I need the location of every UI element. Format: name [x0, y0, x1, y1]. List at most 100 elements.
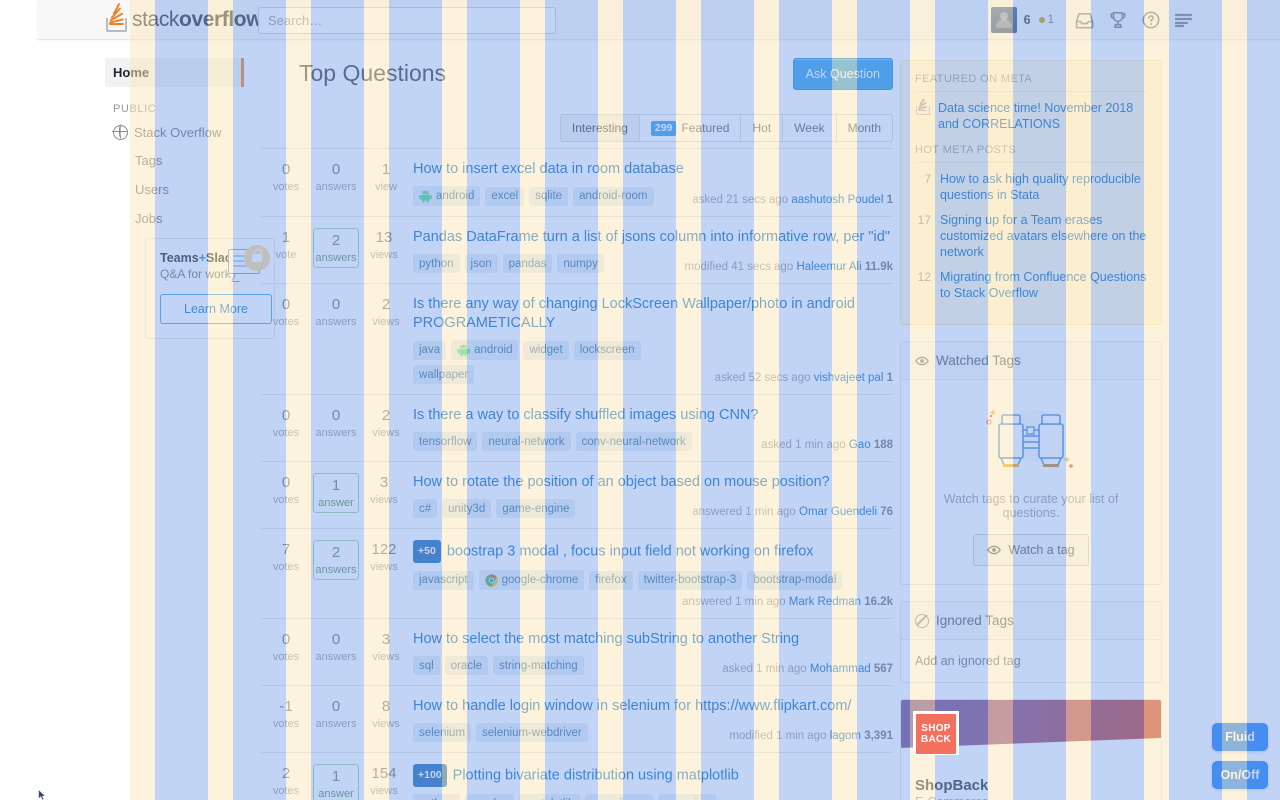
tag[interactable]: bootstrap-modal	[747, 570, 843, 590]
watch-a-tag-button[interactable]: Watch a tag	[973, 534, 1089, 566]
sidebar-item-jobs[interactable]: Jobs	[105, 204, 241, 233]
tag[interactable]: lockscreen	[573, 340, 641, 360]
featured-meta-item[interactable]: Data science time! November 2018 and COR…	[915, 98, 1147, 132]
hot-meta-post[interactable]: 12 Migrating from Confluence Questions to…	[915, 269, 1147, 301]
tab-week[interactable]: Week	[783, 115, 837, 141]
tag[interactable]: python	[413, 254, 460, 273]
tag[interactable]: string-matching	[493, 656, 584, 675]
job-ad-card[interactable]: SHOP BACK ShopBack E-Commerce Senior Sof…	[900, 699, 1162, 800]
tag[interactable]: firefox	[589, 570, 633, 590]
tag[interactable]: conv-neural-network	[575, 432, 692, 451]
question-meta-user[interactable]: Gao	[849, 439, 871, 451]
hot-meta-post[interactable]: 7 How to ask high quality reproducible qu…	[915, 171, 1147, 203]
question-body: Is there any way of changing LockScreen …	[413, 295, 893, 384]
tag[interactable]: neural-network	[482, 432, 571, 451]
tag-label: android	[436, 190, 475, 202]
tab-featured[interactable]: 299 Featured	[639, 115, 742, 141]
votes-label: votes	[272, 785, 300, 797]
tag[interactable]: widget	[523, 340, 569, 360]
tag[interactable]: selenium	[413, 723, 472, 742]
tag[interactable]: google-chrome	[478, 570, 585, 590]
hamburger-icon[interactable]	[1167, 3, 1200, 37]
tag[interactable]: twitter-bootstrap-3	[637, 570, 743, 590]
tag[interactable]: javascript	[413, 570, 474, 590]
tag[interactable]: android	[451, 340, 519, 360]
question-title-link[interactable]: boostrap 3 modal , focus input field not…	[447, 544, 814, 560]
tag[interactable]: wallpaper	[413, 365, 475, 384]
question-row[interactable]: 0 votes 0 answers 1 view How to insert excel d…	[261, 148, 893, 216]
tag[interactable]: python	[413, 794, 460, 800]
trophy-icon[interactable]	[1101, 3, 1134, 37]
question-stats: 0 votes 0 answers 2 views	[261, 295, 413, 384]
question-meta-user[interactable]: aashutosh Poudel	[791, 194, 883, 206]
learn-more-button[interactable]: Learn More	[160, 294, 272, 324]
question-title-link[interactable]: Is there a way to classify shuffled imag…	[413, 407, 758, 423]
avatar[interactable]	[990, 7, 1017, 33]
tab-month[interactable]: Month	[836, 115, 892, 141]
question-meta-user[interactable]: Mark Redman	[789, 596, 861, 608]
question-title-link[interactable]: Pandas DataFrame turn a list of jsons co…	[413, 229, 890, 245]
tag[interactable]: gaussian	[658, 794, 717, 800]
question-row[interactable]: -1 votes 0 answers 8 views How to handle login…	[261, 685, 893, 752]
tab-interesting[interactable]: Interesting	[560, 115, 640, 141]
question-title-link[interactable]: Is there any way of changing LockScreen …	[413, 296, 855, 331]
tag[interactable]: json	[464, 254, 498, 273]
question-title-link[interactable]: How to handle login window in selenium f…	[413, 698, 851, 714]
search-input[interactable]	[258, 7, 556, 34]
fluid-button[interactable]: Fluid	[1212, 723, 1268, 751]
tag[interactable]: sql	[413, 656, 440, 675]
tag[interactable]: game-engine	[496, 499, 576, 518]
tag[interactable]: pandas	[464, 794, 515, 800]
question-stats: 0 votes 0 answers 3 views	[261, 630, 413, 675]
question-title-link[interactable]: How to select the most matching subStrin…	[413, 631, 799, 647]
tag[interactable]: java	[413, 340, 447, 360]
tag[interactable]: covariance	[585, 794, 654, 800]
hot-meta-post[interactable]: 17 Signing up for a Team erases customize…	[915, 212, 1147, 260]
onoff-button[interactable]: On/Off	[1212, 761, 1268, 789]
tag[interactable]: matplotlib	[519, 794, 581, 800]
tag[interactable]: excel	[485, 186, 525, 206]
question-meta-user[interactable]: Omar Guendeli	[799, 506, 877, 518]
question-meta-user[interactable]: Mohammad	[810, 663, 871, 675]
tag[interactable]: android-room	[573, 186, 654, 206]
question-row[interactable]: 0 votes 0 answers 3 views How to select the mo…	[261, 618, 893, 685]
ask-question-button[interactable]: Ask Question	[792, 58, 893, 90]
chrome-icon	[484, 573, 498, 587]
question-meta-user[interactable]: vishvajeet pal	[814, 372, 884, 384]
sidebar-item-users[interactable]: Users	[105, 175, 241, 204]
question-title-link[interactable]: How to insert excel data in room databas…	[413, 161, 684, 177]
tag[interactable]: numpy	[557, 254, 604, 273]
question-title-link[interactable]: Plotting bivariate distribution using ma…	[453, 768, 739, 784]
question-meta: asked 21 secs ago aashutosh Poudel 1	[684, 194, 893, 206]
site-logo[interactable]: stackoverflow	[105, 2, 263, 33]
question-meta-user[interactable]: Haleemur Ali	[796, 261, 861, 273]
tag[interactable]: selenium-webdriver	[476, 723, 588, 742]
tag[interactable]: tensorflow	[413, 432, 478, 451]
question-row[interactable]: 0 votes 0 answers 2 views Is there any way of …	[261, 283, 893, 394]
inbox-icon[interactable]	[1068, 3, 1101, 37]
tag[interactable]: c#	[413, 499, 438, 518]
question-title-link[interactable]: How to rotate the position of an object …	[413, 474, 830, 490]
tag[interactable]: pandas	[502, 254, 553, 273]
sidebar-item-tags[interactable]: Tags	[105, 146, 241, 175]
tag[interactable]: android	[413, 186, 481, 206]
help-icon[interactable]	[1134, 3, 1167, 37]
question-meta-user[interactable]: lagom	[830, 730, 861, 742]
question-row[interactable]: 0 votes 0 answers 2 views Is there a way to cl…	[261, 394, 893, 461]
question-row[interactable]: 2 votes 1 answer 154 views +100 Plotting bivari…	[261, 752, 893, 800]
watched-tags-title: Watched Tags	[936, 353, 1021, 368]
question-body: How to select the most matching subStrin…	[413, 630, 893, 675]
sidebar-item-stack-overflow[interactable]: Stack Overflow	[105, 119, 241, 146]
tag-label: android	[474, 344, 513, 356]
question-row[interactable]: 1 vote 2 answers 13 views Pandas DataFrame tur…	[261, 216, 893, 283]
votes-count: 2	[281, 765, 291, 782]
sidebar-item-home[interactable]: Home	[105, 58, 244, 87]
add-ignored-tag-input[interactable]: Add an ignored tag	[901, 640, 1161, 682]
tag[interactable]: unity3d	[442, 499, 492, 518]
question-row[interactable]: 7 votes 2 answers 122 views +50 boostrap 3 moda…	[261, 528, 893, 618]
tag[interactable]: sqlite	[529, 186, 569, 206]
votes-label: votes	[272, 718, 300, 730]
tab-hot[interactable]: Hot	[741, 115, 784, 141]
tag[interactable]: oracle	[444, 656, 489, 675]
question-row[interactable]: 0 votes 1 answer 3 views How to rotate the pos…	[261, 461, 893, 528]
